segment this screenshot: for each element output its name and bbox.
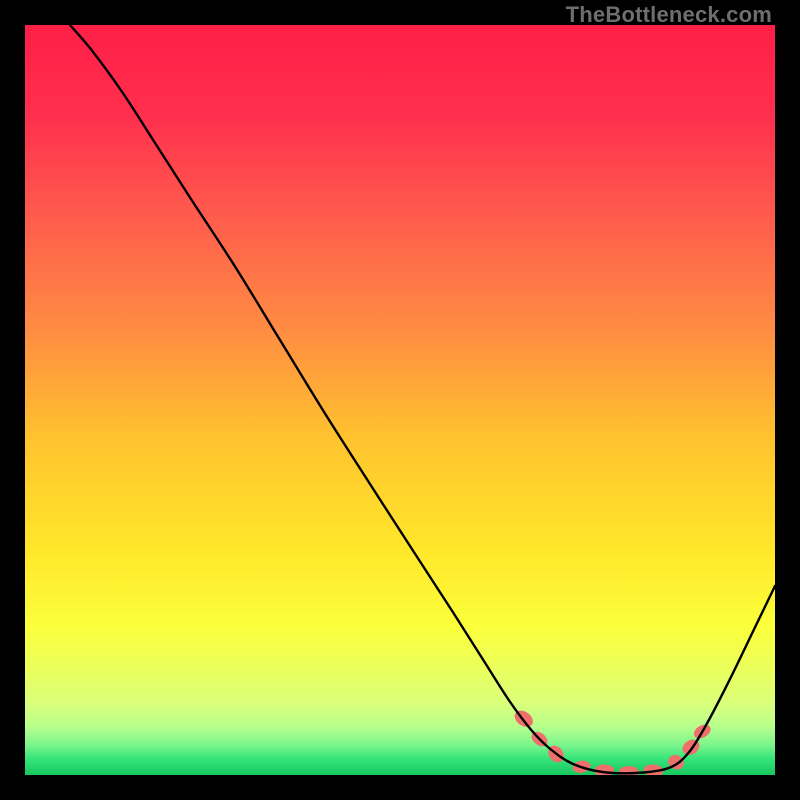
chart-frame: TheBottleneck.com — [0, 0, 800, 800]
marker-dot — [666, 752, 687, 772]
bottleneck-curve — [25, 25, 775, 775]
watermark-text: TheBottleneck.com — [566, 2, 772, 28]
marker-dot — [680, 736, 703, 758]
plot-area — [25, 25, 775, 775]
curve-line — [70, 25, 775, 773]
